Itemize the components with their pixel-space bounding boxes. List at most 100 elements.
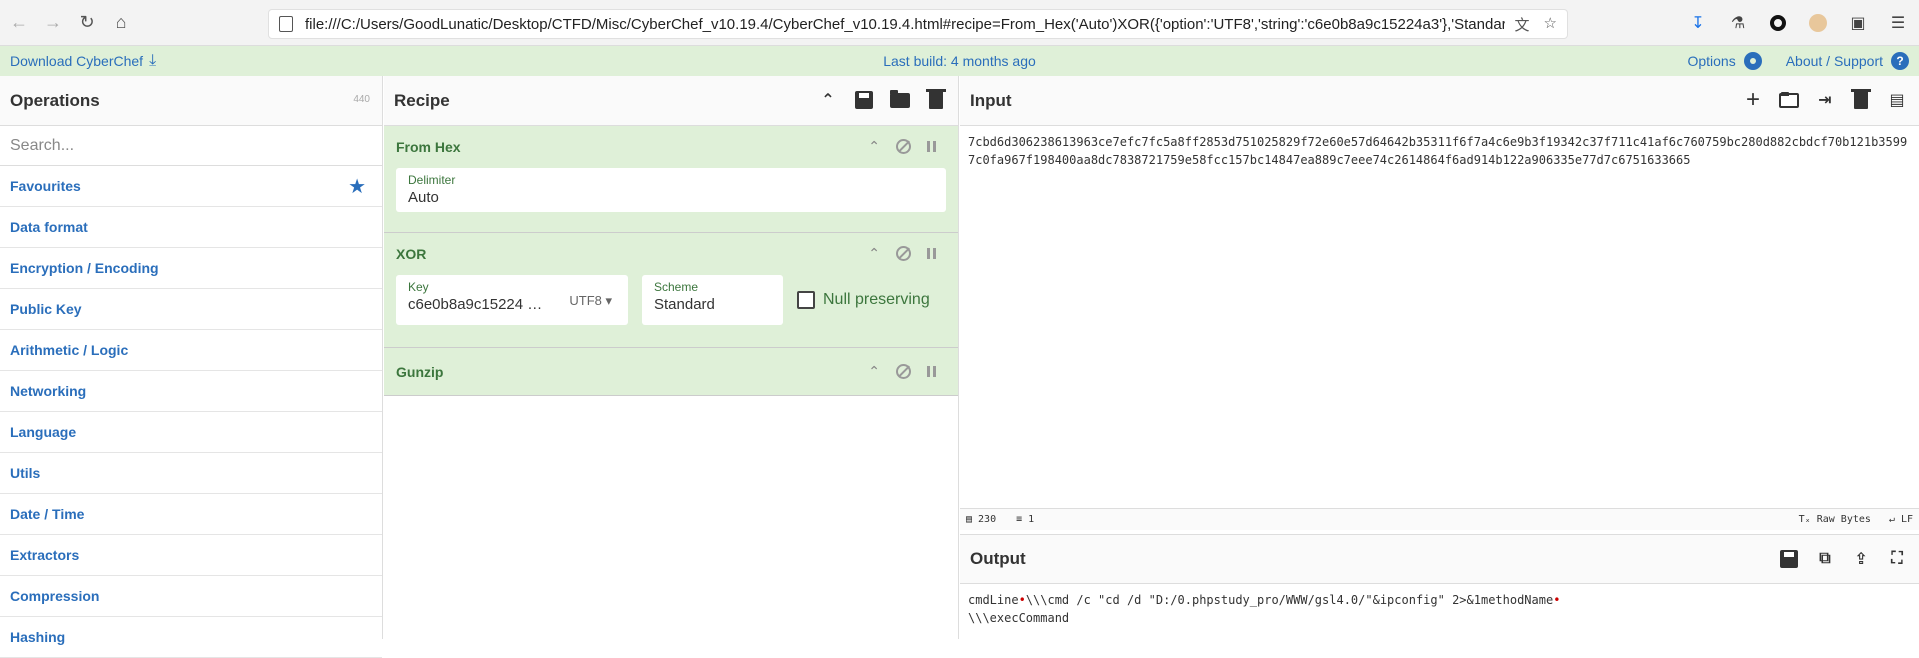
menu-icon[interactable]: ☰ (1887, 12, 1909, 34)
load-recipe-folder-icon[interactable] (890, 89, 910, 110)
back-icon[interactable]: ← (4, 8, 34, 38)
recipe-op-gunzip[interactable]: Gunzip ⌃ (384, 348, 958, 396)
output-line2: \\\execCommand (968, 611, 1070, 625)
add-input-tab-icon[interactable]: + (1743, 86, 1763, 113)
output-line1a: cmdLine (968, 593, 1019, 607)
home-icon[interactable]: ⌂ (106, 8, 136, 38)
clear-recipe-trash-icon[interactable] (926, 89, 946, 110)
op-title: XOR (396, 246, 427, 262)
op-title: Gunzip (396, 364, 444, 380)
downloads-icon[interactable]: ↧ (1687, 12, 1709, 34)
key-encoding-dropdown[interactable]: UTF8 ▾ (569, 293, 612, 309)
save-output-icon[interactable] (1779, 549, 1799, 569)
output-title: Output (970, 549, 1026, 568)
disable-op-icon[interactable] (896, 364, 911, 379)
about-support-link[interactable]: About / Support (1786, 53, 1883, 69)
collapse-all-icon[interactable]: ⌃ (818, 90, 838, 110)
char-count: 230 (978, 514, 997, 525)
download-icon[interactable]: ⤓ (149, 52, 156, 70)
category-date-time[interactable]: Date / Time (0, 494, 382, 535)
save-recipe-icon[interactable] (854, 90, 874, 110)
field-value: Standard (654, 296, 715, 313)
category-hashing[interactable]: Hashing (0, 617, 382, 658)
line-count: 1 (1028, 514, 1035, 525)
output-text[interactable]: cmdLine•\\\cmd /c "cd /d "D:/0.phpstudy_… (960, 584, 1919, 634)
url-text: file:///C:/Users/GoodLunatic/Desktop/CTF… (305, 15, 1505, 33)
breakpoint-icon[interactable] (927, 141, 936, 152)
chevron-up-icon[interactable]: ⌃ (868, 138, 880, 155)
key-field[interactable]: Key c6e0b8a9c15224 … UTF8 ▾ (396, 275, 628, 325)
copy-output-icon[interactable]: ⧉ (1815, 549, 1835, 569)
clear-input-trash-icon[interactable] (1851, 89, 1871, 110)
input-title: Input (970, 90, 1012, 110)
output-line1b: \\\cmd /c "cd /d "D:/0.phpstudy_pro/WWW/… (1025, 593, 1554, 607)
build-info: Last build: 4 months ago (883, 53, 1036, 69)
extension-circle-icon[interactable] (1767, 12, 1789, 34)
input-status-bar: ▤ 230 ≡ 1 Tₓ Raw Bytes ↵ LF (960, 508, 1919, 530)
browser-toolbar: ← → ↻ ⌂ file:///C:/Users/GoodLunatic/Des… (0, 0, 1919, 46)
operations-count: 440 (353, 94, 370, 105)
checkbox-box[interactable] (797, 291, 815, 309)
category-data-format[interactable]: Data format (0, 207, 382, 248)
null-preserving-checkbox[interactable]: Null preserving (797, 291, 930, 309)
category-favourites[interactable]: Favourites ★ (0, 166, 382, 207)
page-icon (279, 16, 293, 32)
bookmark-star-icon[interactable]: ☆ (1544, 14, 1557, 35)
operations-header: Operations 440 (0, 76, 382, 126)
sidebar-icon[interactable]: ▣ (1847, 12, 1869, 34)
top-banner: Download CyberChef ⤓ Last build: 4 month… (0, 46, 1919, 76)
translate-icon[interactable]: 文 (1515, 14, 1530, 35)
breakpoint-icon[interactable] (927, 248, 936, 259)
recipe-op-xor[interactable]: XOR ⌃ Key c6e0b8a9c15224 … UTF8 ▾ Scheme… (384, 233, 958, 348)
encoding-label: UTF8 (569, 293, 602, 308)
checkbox-label: Null preserving (823, 291, 930, 308)
disable-op-icon[interactable] (896, 246, 911, 261)
reset-layout-icon[interactable]: ▤ (1887, 90, 1907, 110)
profile-avatar-icon[interactable] (1807, 12, 1829, 34)
star-icon: ★ (348, 175, 366, 198)
breakpoint-icon[interactable] (927, 366, 936, 377)
field-label: Key (408, 280, 429, 294)
input-textarea[interactable]: 7cbd6d306238613963ce7efc7fc5a8ff2853d751… (960, 126, 1919, 408)
field-label: Scheme (654, 280, 699, 294)
extensions-icon[interactable]: ⚗ (1727, 12, 1749, 34)
category-utils[interactable]: Utils (0, 453, 382, 494)
category-networking[interactable]: Networking (0, 371, 382, 412)
scheme-field[interactable]: Scheme Standard (642, 275, 783, 325)
category-compression[interactable]: Compression (0, 576, 382, 617)
search-input[interactable]: Search... (0, 126, 382, 166)
download-cyberchef-link[interactable]: Download CyberChef (10, 53, 143, 69)
gear-icon[interactable] (1743, 52, 1762, 70)
address-bar[interactable]: file:///C:/Users/GoodLunatic/Desktop/CTF… (268, 9, 1568, 39)
chevron-up-icon[interactable]: ⌃ (868, 363, 880, 380)
category-encryption-encoding[interactable]: Encryption / Encoding (0, 248, 382, 289)
field-label: Delimiter (408, 173, 456, 187)
forward-icon[interactable]: → (38, 8, 68, 38)
recipe-panel: Recipe ⌃ From Hex ⌃ Delimiter Auto XOR ⌃ (384, 76, 959, 639)
reload-icon[interactable]: ↻ (72, 8, 102, 38)
eol-label: LF (1900, 514, 1913, 525)
recipe-op-from-hex[interactable]: From Hex ⌃ Delimiter Auto (384, 126, 958, 233)
category-language[interactable]: Language (0, 412, 382, 453)
recipe-header: Recipe ⌃ (384, 76, 958, 126)
open-folder-icon[interactable] (1779, 90, 1799, 110)
category-arithmetic-logic[interactable]: Arithmetic / Logic (0, 330, 382, 371)
replace-input-icon[interactable]: ⇪ (1851, 549, 1871, 569)
eol-toggle[interactable]: ↵ LF (1889, 514, 1913, 525)
open-file-icon[interactable]: ⇥ (1815, 90, 1835, 110)
delimiter-field[interactable]: Delimiter Auto (396, 168, 946, 212)
category-public-key[interactable]: Public Key (0, 289, 382, 330)
line-count-icon: ≡ (1016, 514, 1023, 525)
raw-bytes-toggle[interactable]: Tₓ Raw Bytes (1799, 514, 1871, 525)
io-panel: Input + ⇥ ▤ 7cbd6d306238613963ce7efc7fc5… (960, 76, 1919, 639)
disable-op-icon[interactable] (896, 139, 911, 154)
help-icon[interactable]: ? (1891, 52, 1909, 70)
char-count-icon: ▤ (966, 514, 973, 525)
operations-panel: Operations 440 Search... Favourites ★ Da… (0, 76, 383, 658)
maximise-output-icon[interactable]: ⛶ (1887, 549, 1907, 569)
options-link[interactable]: Options (1687, 53, 1735, 69)
op-title: From Hex (396, 139, 461, 155)
field-value: c6e0b8a9c15224 … (408, 296, 543, 313)
chevron-up-icon[interactable]: ⌃ (868, 245, 880, 262)
category-extractors[interactable]: Extractors (0, 535, 382, 576)
